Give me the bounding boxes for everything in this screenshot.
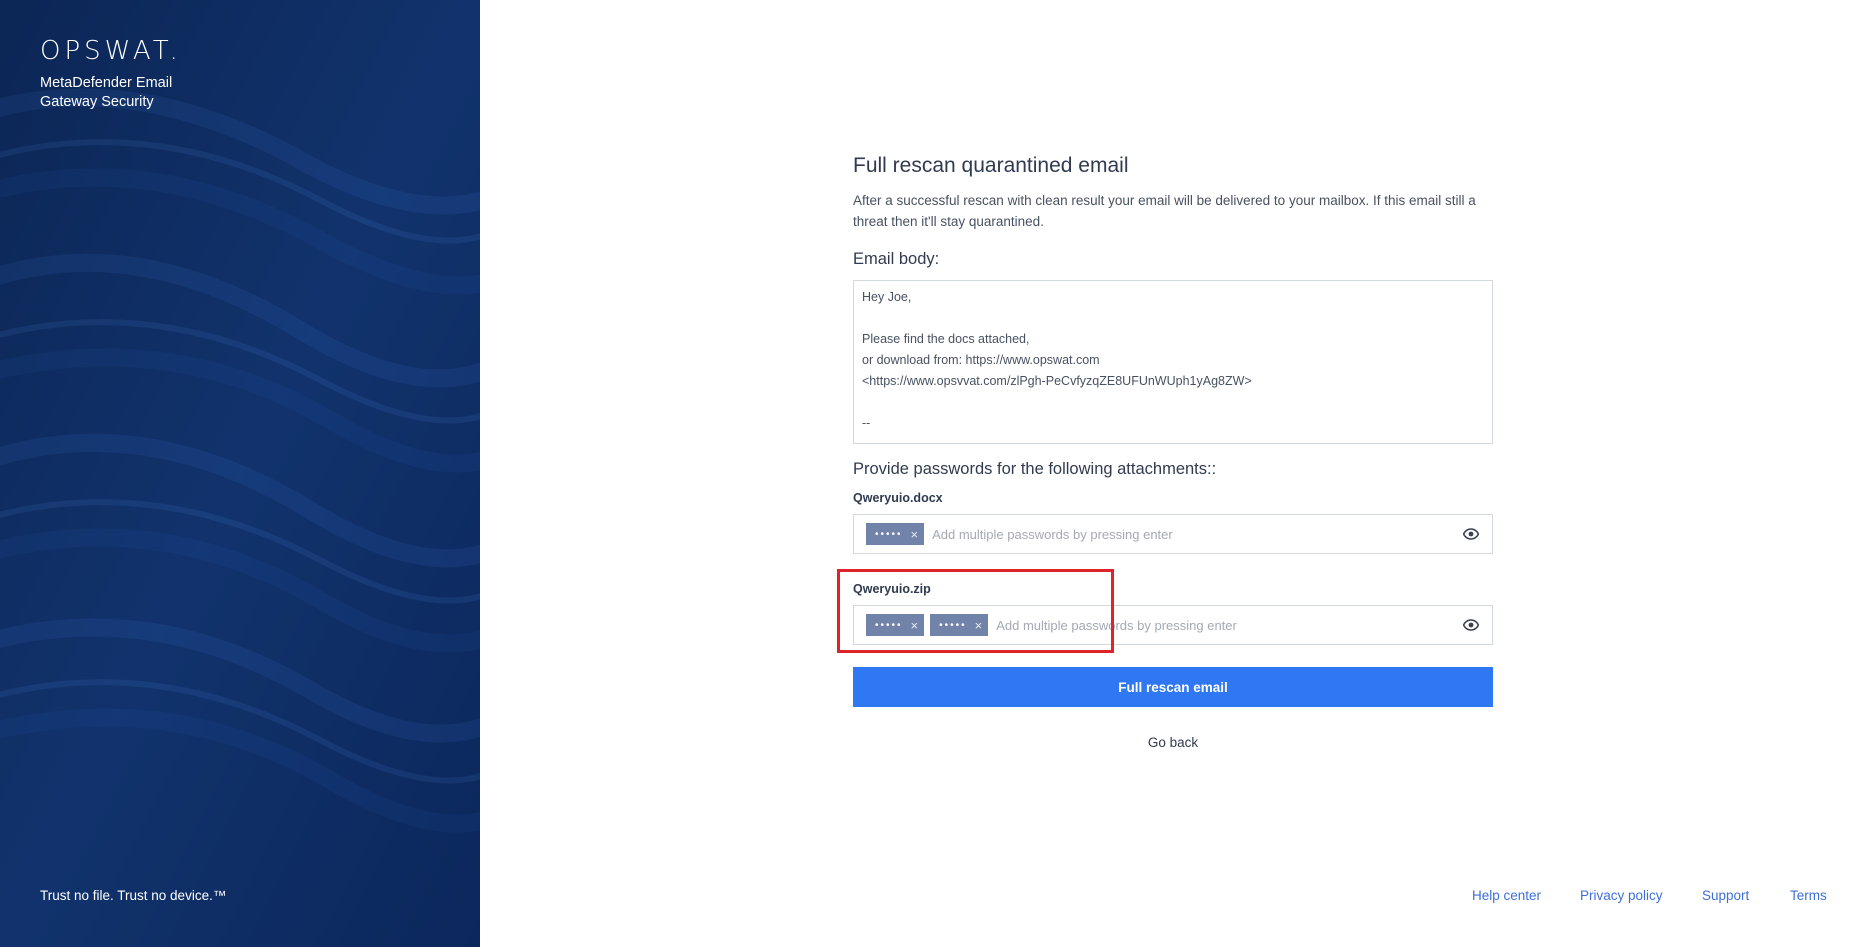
password-chip: ••••• × — [866, 523, 925, 545]
eye-icon[interactable] — [1462, 525, 1480, 543]
footer-links: Help center Privacy policy Support Terms — [1266, 888, 1866, 908]
page-title: Full rescan quarantined email — [853, 154, 1129, 177]
attachment-name: Qweryuio.zip — [853, 582, 931, 596]
page-description: After a successful rescan with clean res… — [853, 193, 1476, 229]
passwords-label: Provide passwords for the following atta… — [853, 460, 1217, 478]
masked-password: ••••• — [875, 619, 903, 631]
background-pattern — [0, 0, 480, 947]
password-field-docx[interactable]: ••••• × — [853, 514, 1493, 554]
support-link[interactable]: Support — [1702, 888, 1749, 903]
go-back-link[interactable]: Go back — [853, 735, 1493, 750]
brand-panel: OPSWAT. MetaDefender Email Gateway Secur… — [0, 0, 480, 947]
email-body-label: Email body: — [853, 250, 940, 268]
help-center-link[interactable]: Help center — [1472, 888, 1541, 903]
privacy-policy-link[interactable]: Privacy policy — [1580, 888, 1663, 903]
password-field-zip[interactable]: ••••• × ••••• × — [853, 605, 1493, 645]
terms-link[interactable]: Terms — [1790, 888, 1827, 903]
eye-icon[interactable] — [1462, 616, 1480, 634]
close-icon[interactable]: × — [911, 527, 919, 542]
close-icon[interactable]: × — [975, 618, 983, 633]
opswat-logo: OPSWAT. — [40, 36, 182, 66]
masked-password: ••••• — [939, 619, 967, 631]
password-chip: ••••• × — [866, 614, 925, 636]
brand-logo: OPSWAT. MetaDefender Email Gateway Secur… — [40, 38, 200, 112]
attachment-docx: Qweryuio.docx ••••• × — [853, 490, 1493, 554]
close-icon[interactable]: × — [911, 618, 919, 633]
full-rescan-button[interactable]: Full rescan email — [853, 667, 1493, 707]
rescan-form: Full rescan quarantined email After a su… — [853, 152, 1493, 750]
tagline: Trust no file. Trust no device.™ — [40, 888, 227, 903]
attachment-name: Qweryuio.docx — [853, 491, 943, 505]
masked-password: ••••• — [875, 528, 903, 540]
password-input[interactable] — [996, 617, 1462, 633]
password-chip: ••••• × — [930, 614, 989, 636]
password-input[interactable] — [932, 526, 1462, 542]
product-name: MetaDefender Email Gateway Security — [40, 75, 173, 110]
email-body-box[interactable]: Hey Joe, Please find the docs attached, … — [853, 280, 1493, 444]
attachment-zip: Qweryuio.zip ••••• × ••••• × — [853, 581, 1493, 645]
